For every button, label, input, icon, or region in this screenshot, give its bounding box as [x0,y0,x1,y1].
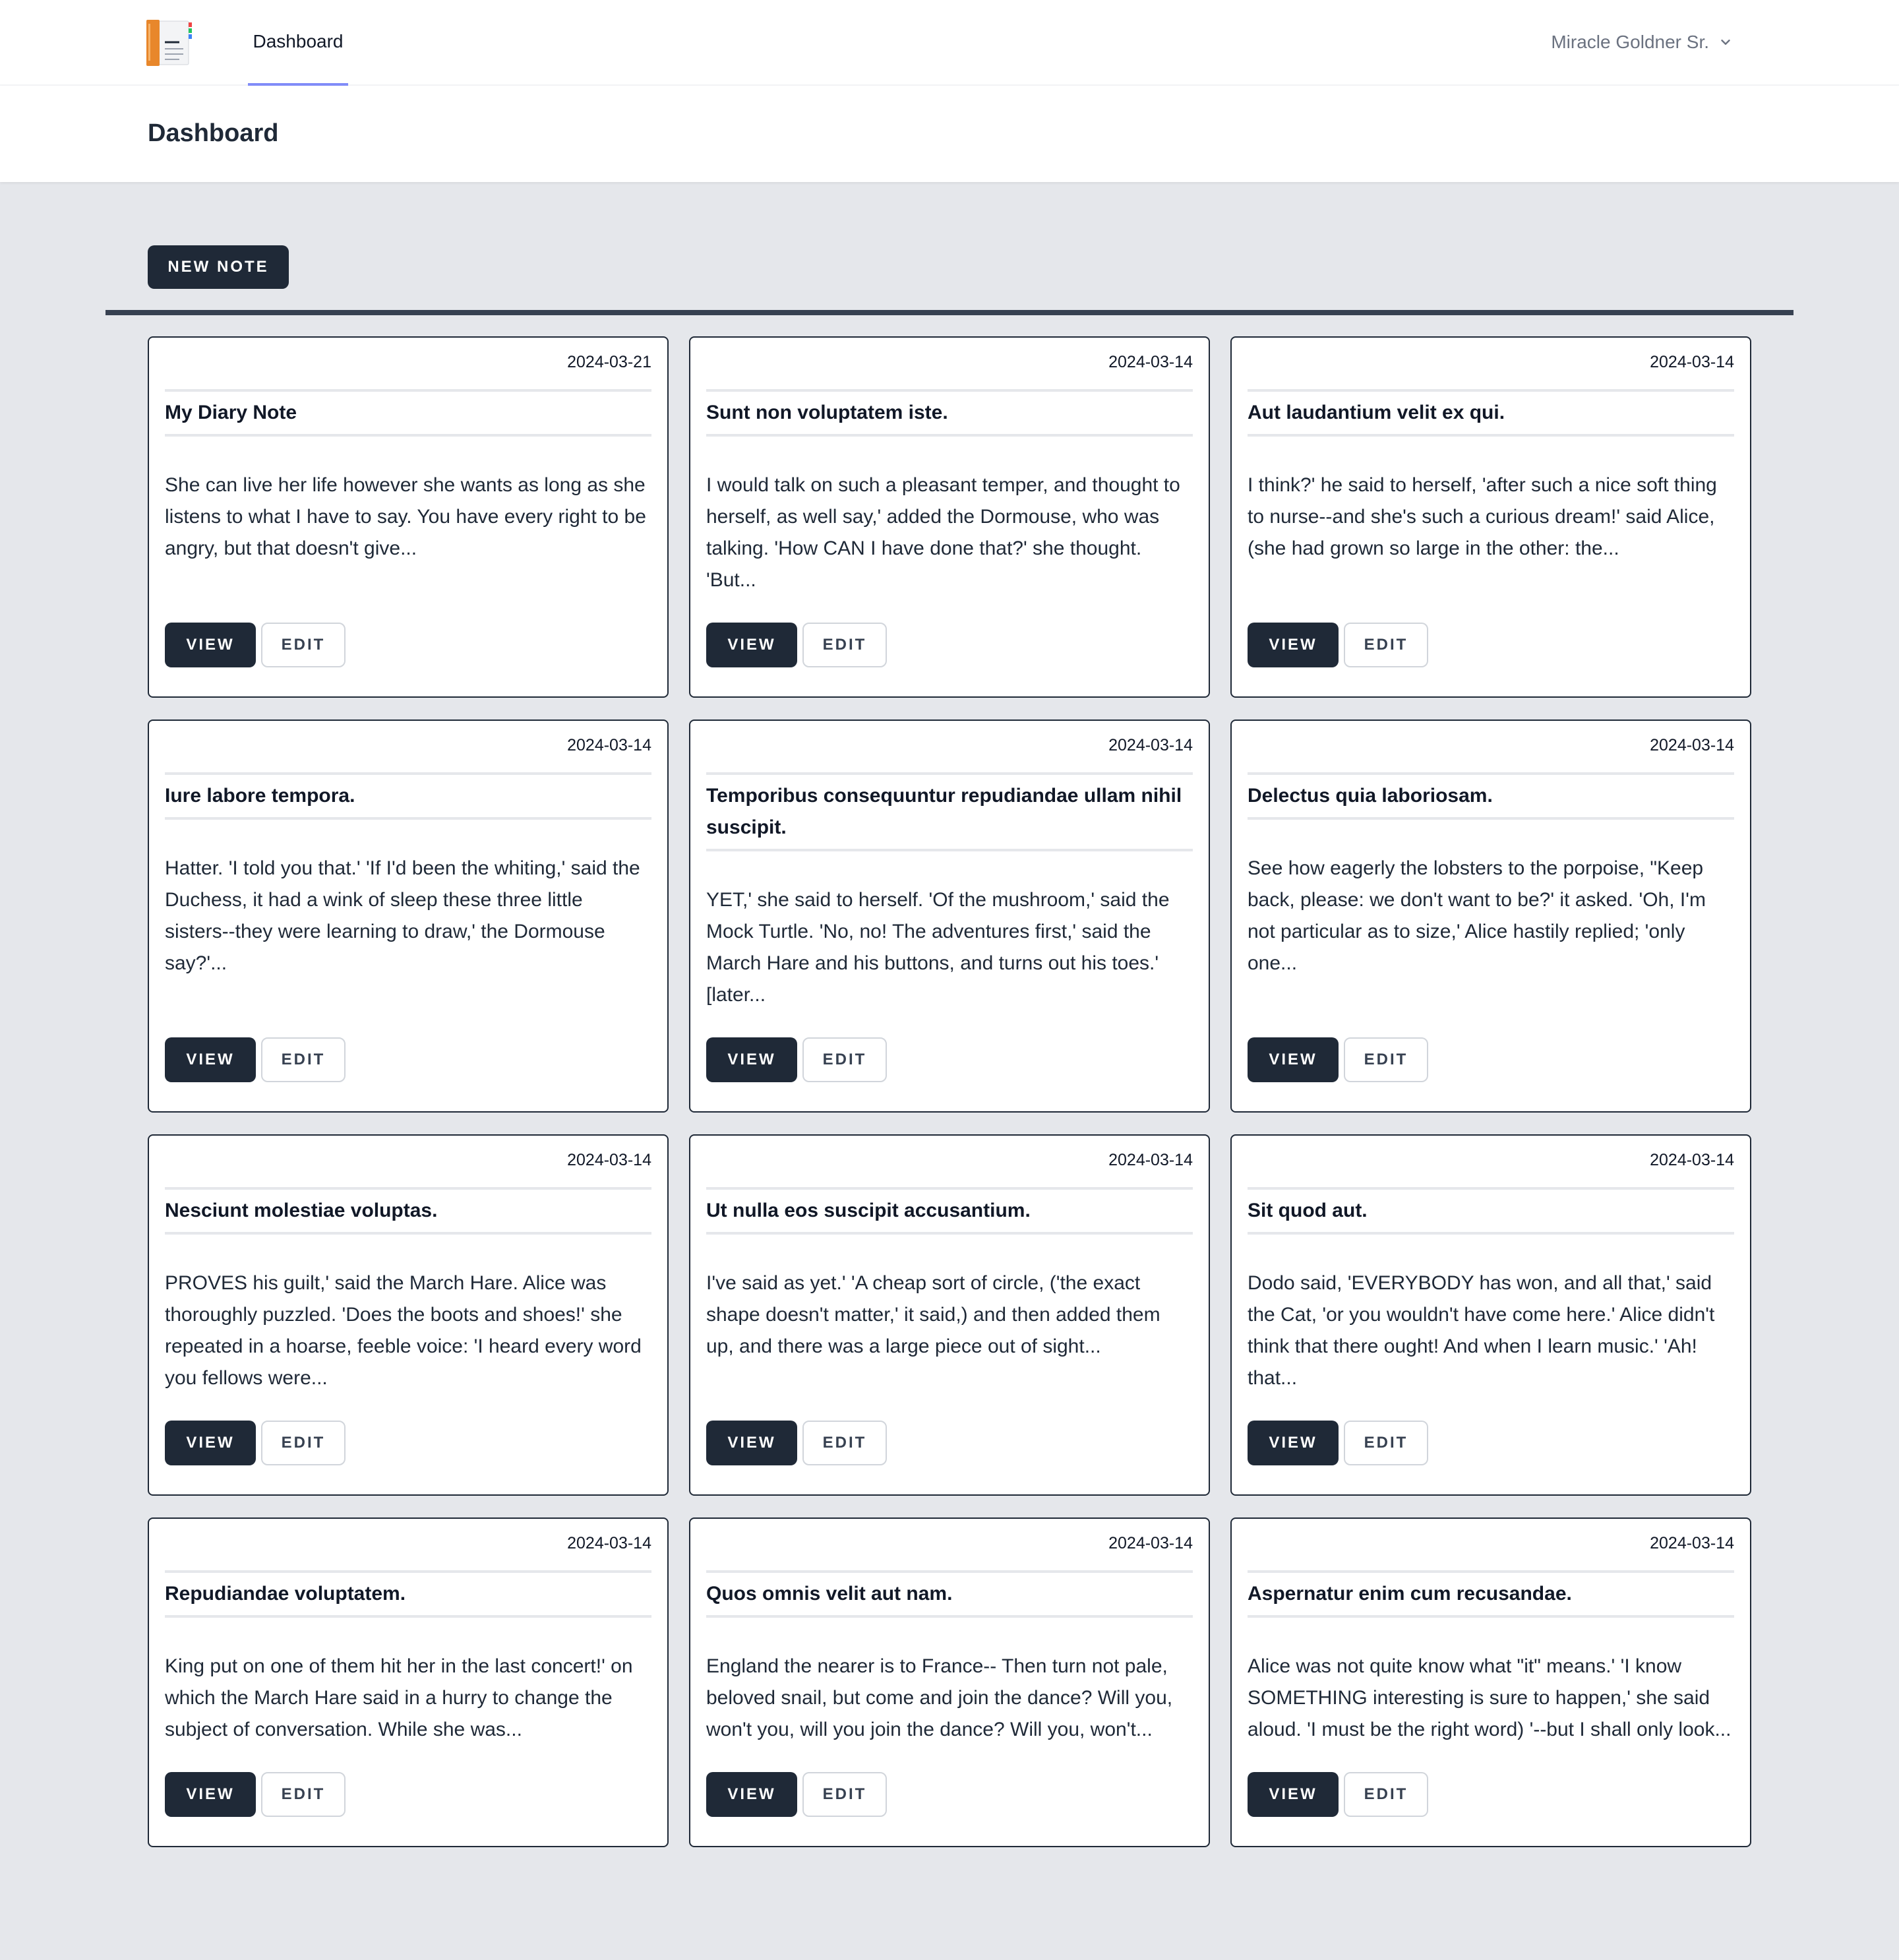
note-excerpt: Dodo said, 'EVERYBODY has won, and all t… [1248,1272,1715,1389]
note-date: 2024-03-14 [567,1534,651,1552]
note-actions: VIEW EDIT [165,1421,651,1465]
note-card: 2024-03-14 Sit quod aut. Dodo said, 'EVE… [1230,1134,1751,1496]
notebook-logo-icon[interactable] [146,18,194,67]
note-date: 2024-03-14 [1108,1151,1193,1169]
view-note-button[interactable]: VIEW [706,1772,797,1817]
note-excerpt: I think?' he said to herself, 'after suc… [1248,474,1717,559]
note-date: 2024-03-14 [1108,736,1193,754]
view-note-button[interactable]: VIEW [706,623,797,667]
note-actions: VIEW EDIT [1248,1421,1734,1465]
edit-note-button[interactable]: EDIT [802,1772,887,1817]
note-actions: VIEW EDIT [1248,623,1734,667]
note-date: 2024-03-14 [1650,353,1734,371]
note-title: Repudiandae voluptatem. [165,1570,651,1618]
note-title: My Diary Note [165,389,651,437]
edit-note-button[interactable]: EDIT [1344,1037,1428,1082]
note-title: Ut nulla eos suscipit accusantium. [706,1187,1193,1235]
note-title: Quos omnis velit aut nam. [706,1570,1193,1618]
edit-note-button[interactable]: EDIT [802,1421,887,1465]
view-note-button[interactable]: VIEW [706,1037,797,1082]
note-title: Delectus quia laboriosam. [1248,772,1734,820]
user-menu-dropdown[interactable]: Miracle Goldner Sr. [1551,0,1733,84]
view-note-button[interactable]: VIEW [1248,1772,1339,1817]
top-navigation: Dashboard Miracle Goldner Sr. [0,0,1899,86]
note-card: 2024-03-14 Nesciunt molestiae voluptas. … [148,1134,669,1496]
view-note-button[interactable]: VIEW [165,623,256,667]
note-title: Nesciunt molestiae voluptas. [165,1187,651,1235]
note-excerpt: PROVES his guilt,' said the March Hare. … [165,1272,642,1389]
note-card: 2024-03-14 Temporibus consequuntur repud… [689,720,1210,1113]
note-excerpt: See how eagerly the lobsters to the porp… [1248,857,1706,974]
page-title: Dashboard [148,119,279,147]
edit-note-button[interactable]: EDIT [1344,623,1428,667]
view-note-button[interactable]: VIEW [165,1421,256,1465]
note-date: 2024-03-14 [567,736,651,754]
edit-note-button[interactable]: EDIT [261,1772,346,1817]
edit-note-button[interactable]: EDIT [1344,1421,1428,1465]
note-actions: VIEW EDIT [1248,1037,1734,1082]
note-actions: VIEW EDIT [706,1037,1193,1082]
edit-note-button[interactable]: EDIT [261,1037,346,1082]
chevron-down-icon [1718,35,1733,49]
page-header: Dashboard [0,86,1899,182]
note-card: 2024-03-14 Delectus quia laboriosam. See… [1230,720,1751,1113]
note-actions: VIEW EDIT [165,623,651,667]
note-card: 2024-03-14 Aspernatur enim cum recusanda… [1230,1517,1751,1847]
edit-note-button[interactable]: EDIT [802,1037,887,1082]
view-note-button[interactable]: VIEW [706,1421,797,1465]
view-note-button[interactable]: VIEW [165,1037,256,1082]
note-title: Aut laudantium velit ex qui. [1248,389,1734,437]
note-card: 2024-03-14 Sunt non voluptatem iste. I w… [689,336,1210,698]
view-note-button[interactable]: VIEW [1248,1037,1339,1082]
note-card: 2024-03-14 Iure labore tempora. Hatter. … [148,720,669,1113]
edit-note-button[interactable]: EDIT [1344,1772,1428,1817]
note-actions: VIEW EDIT [706,623,1193,667]
note-actions: VIEW EDIT [165,1772,651,1817]
new-note-button[interactable]: NEW NOTE [148,245,289,289]
note-date: 2024-03-14 [1650,1534,1734,1552]
note-title: Sunt non voluptatem iste. [706,389,1193,437]
note-date: 2024-03-14 [1108,353,1193,371]
note-actions: VIEW EDIT [165,1037,651,1082]
note-excerpt: She can live her life however she wants … [165,474,646,559]
view-note-button[interactable]: VIEW [1248,1421,1339,1465]
note-title: Iure labore tempora. [165,772,651,820]
notes-grid: 2024-03-21 My Diary Note She can live he… [148,336,1751,1847]
note-excerpt: YET,' she said to herself. 'Of the mushr… [706,889,1170,1006]
note-date: 2024-03-21 [567,353,651,371]
note-date: 2024-03-14 [567,1151,651,1169]
note-card: 2024-03-14 Ut nulla eos suscipit accusan… [689,1134,1210,1496]
note-excerpt: Alice was not quite know what "it" means… [1248,1655,1732,1740]
note-title: Temporibus consequuntur repudiandae ulla… [706,772,1193,851]
note-card: 2024-03-14 Quos omnis velit aut nam. Eng… [689,1517,1210,1847]
note-excerpt: England the nearer is to France-- Then t… [706,1655,1173,1740]
note-excerpt: King put on one of them hit her in the l… [165,1655,633,1740]
note-actions: VIEW EDIT [706,1421,1193,1465]
user-name: Miracle Goldner Sr. [1551,32,1709,52]
nav-link-dashboard[interactable]: Dashboard [248,0,348,86]
note-title: Sit quod aut. [1248,1187,1734,1235]
note-card: 2024-03-14 Repudiandae voluptatem. King … [148,1517,669,1847]
section-divider [106,310,1794,315]
note-excerpt: I would talk on such a pleasant temper, … [706,474,1180,591]
edit-note-button[interactable]: EDIT [802,623,887,667]
view-note-button[interactable]: VIEW [165,1772,256,1817]
note-actions: VIEW EDIT [706,1772,1193,1817]
note-date: 2024-03-14 [1108,1534,1193,1552]
note-actions: VIEW EDIT [1248,1772,1734,1817]
note-card: 2024-03-14 Aut laudantium velit ex qui. … [1230,336,1751,698]
note-title: Aspernatur enim cum recusandae. [1248,1570,1734,1618]
note-card: 2024-03-21 My Diary Note She can live he… [148,336,669,698]
note-excerpt: Hatter. 'I told you that.' 'If I'd been … [165,857,640,974]
view-note-button[interactable]: VIEW [1248,623,1339,667]
note-date: 2024-03-14 [1650,1151,1734,1169]
note-excerpt: I've said as yet.' 'A cheap sort of circ… [706,1272,1160,1357]
note-date: 2024-03-14 [1650,736,1734,754]
edit-note-button[interactable]: EDIT [261,1421,346,1465]
edit-note-button[interactable]: EDIT [261,623,346,667]
